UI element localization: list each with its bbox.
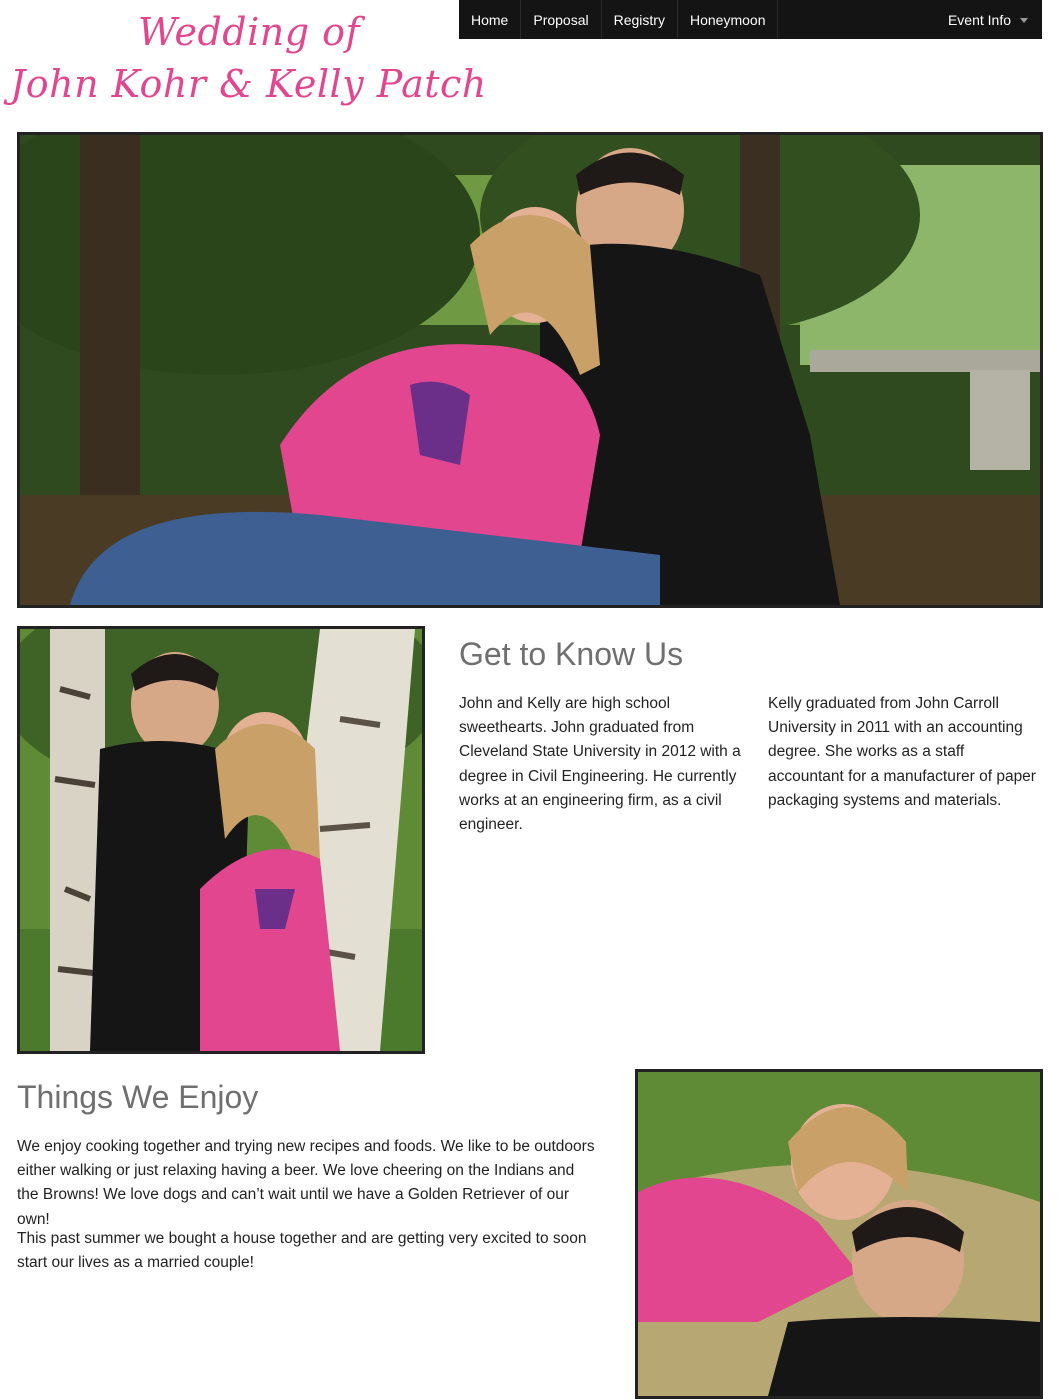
- nav-home[interactable]: Home: [459, 0, 522, 39]
- get-to-know-us-heading: Get to Know Us: [459, 636, 684, 672]
- know-kelly-paragraph: Kelly graduated from John Carroll Univer…: [768, 695, 1036, 809]
- caret-down-icon: [1020, 17, 1028, 23]
- nav-event-info-label: Event Info: [947, 11, 1011, 28]
- logo-line-1: Wedding of: [138, 10, 361, 54]
- grass-couple-photo: [635, 1069, 1043, 1399]
- enjoy-paragraph-2: This past summer we bought a house toget…: [17, 1230, 587, 1272]
- hero-couple-photo: [17, 132, 1043, 608]
- nav-proposal[interactable]: Proposal: [521, 0, 602, 39]
- site-logo[interactable]: Wedding of John Kohr & Kelly Patch: [0, 0, 486, 125]
- birch-tree-couple-photo: [17, 626, 425, 1054]
- nav-registry[interactable]: Registry: [602, 0, 678, 39]
- know-john-paragraph: John and Kelly are high school sweethear…: [459, 695, 741, 834]
- logo-line-2: John Kohr & Kelly Patch: [10, 62, 487, 106]
- main-nav: Home Proposal Registry Honeymoon Event I…: [459, 0, 1042, 39]
- hero-photo-scene: [20, 135, 1040, 605]
- nav-honeymoon[interactable]: Honeymoon: [678, 0, 779, 39]
- nav-event-info-dropdown[interactable]: Event Info: [936, 0, 1042, 39]
- enjoy-paragraph-1: We enjoy cooking together and trying new…: [17, 1138, 595, 1228]
- things-we-enjoy-heading: Things We Enjoy: [17, 1079, 259, 1115]
- side-photo-scene: [20, 629, 422, 1051]
- bottom-photo-scene: [638, 1072, 1040, 1396]
